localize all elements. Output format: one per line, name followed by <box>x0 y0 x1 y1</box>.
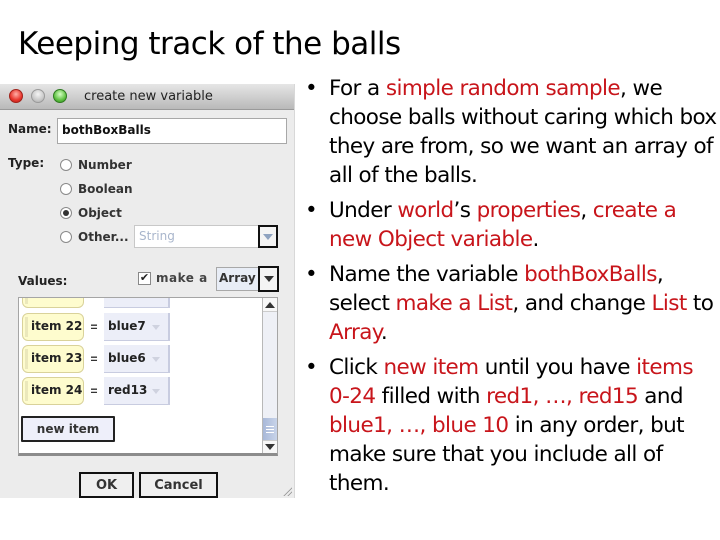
chevron-down-icon <box>152 325 160 330</box>
radio-label: Object <box>78 206 122 220</box>
scroll-up-button[interactable] <box>263 298 277 312</box>
list-item: item 22 = blue7 <box>22 313 170 341</box>
type-radio-object[interactable]: Object <box>60 204 122 222</box>
make-a-checkbox[interactable]: ✔ <box>138 271 151 285</box>
bullet-text: . <box>532 227 539 252</box>
item-value-dropdown[interactable]: red13 <box>104 377 170 405</box>
chevron-down-icon <box>152 357 160 362</box>
bullet-text: and <box>638 384 683 409</box>
highlighted-text: simple random sample <box>385 76 621 101</box>
chevron-up-icon <box>265 301 275 308</box>
equals-sign: = <box>90 352 98 366</box>
values-label: Values: <box>18 274 68 288</box>
zoom-window-button[interactable] <box>53 89 67 103</box>
list-item: item 24 = red13 <box>22 377 170 405</box>
highlighted-text: make a List <box>395 291 513 316</box>
bullet-text: to <box>686 291 714 316</box>
ok-button[interactable]: OK <box>79 472 134 498</box>
values-list[interactable]: item 22 = blue7 item 23 = blue6 item 24 … <box>18 297 278 456</box>
values-scrollbar[interactable] <box>262 298 277 453</box>
radio-button[interactable] <box>60 159 72 171</box>
collection-type-dropdown[interactable]: Array <box>216 266 279 292</box>
variable-name-input[interactable]: bothBoxBalls <box>57 118 287 144</box>
type-label: Type: <box>8 156 45 170</box>
bullet-item: Name the variable bothBoxBalls, select m… <box>303 260 718 347</box>
radio-label: Boolean <box>78 182 133 196</box>
bullet-text: , <box>580 198 593 223</box>
dropdown-arrow-button[interactable] <box>258 225 278 248</box>
bullet-text: Name the variable <box>329 262 525 287</box>
bullet-text: Under <box>329 198 398 223</box>
dialog-title: create new variable <box>84 89 213 104</box>
create-variable-dialog: create new variable Name: bothBoxBalls T… <box>0 84 295 498</box>
cancel-button[interactable]: Cancel <box>139 472 218 498</box>
bullet-text: For a <box>329 76 386 101</box>
make-a-option[interactable]: ✔ make a <box>138 271 208 285</box>
item-index-tile[interactable]: item 24 <box>22 377 84 405</box>
highlighted-text: bothBoxBalls <box>524 262 657 287</box>
chevron-down-icon <box>263 276 274 282</box>
new-item-button[interactable]: new item <box>21 416 115 442</box>
item-index-tile[interactable]: item 23 <box>22 345 84 373</box>
item-value: blue7 <box>108 319 146 333</box>
highlighted-text: List <box>651 291 688 316</box>
bullet-text: . <box>380 320 388 345</box>
scroll-down-button[interactable] <box>263 440 277 453</box>
highlighted-text: properties <box>476 198 581 223</box>
slide-title: Keeping track of the balls <box>18 26 401 62</box>
collection-type-value: Array <box>219 271 256 285</box>
equals-sign: = <box>90 320 98 334</box>
highlighted-text: Array <box>329 320 381 345</box>
chevron-down-icon <box>152 389 160 394</box>
resize-grip-icon[interactable] <box>282 486 292 496</box>
item-index-tile[interactable] <box>22 298 84 308</box>
equals-sign: = <box>90 384 98 398</box>
item-value-dropdown[interactable] <box>104 298 170 308</box>
item-value: red13 <box>108 383 148 397</box>
type-radio-number[interactable]: Number <box>60 156 132 174</box>
item-value-dropdown[interactable]: blue7 <box>104 313 170 341</box>
bullet-text: , and change <box>512 291 652 316</box>
radio-label: Other... <box>78 230 129 244</box>
chevron-down-icon <box>263 233 273 240</box>
bullet-text: Click <box>329 355 384 380</box>
radio-label: Number <box>78 158 132 172</box>
bullet-text: ’s <box>453 198 477 223</box>
scroll-thumb[interactable] <box>263 418 277 440</box>
name-label: Name: <box>8 122 52 136</box>
bullet-text: until you have <box>478 355 637 380</box>
other-type-dropdown[interactable]: String <box>134 225 278 248</box>
radio-button[interactable] <box>60 183 72 195</box>
highlighted-text: world <box>397 198 454 223</box>
highlighted-text: new item <box>383 355 479 380</box>
chevron-down-icon <box>265 444 275 450</box>
bullet-item: For a simple random sample, we choose ba… <box>303 74 718 190</box>
item-value: blue6 <box>108 351 146 365</box>
highlighted-text: red1, …, red15 <box>486 384 639 409</box>
minimize-window-button[interactable] <box>31 89 45 103</box>
list-item: item 23 = blue6 <box>22 345 170 373</box>
dialog-titlebar[interactable]: create new variable <box>0 84 294 110</box>
instruction-bullets: For a simple random sample, we choose ba… <box>303 74 718 504</box>
list-item-partial <box>22 298 170 308</box>
type-radio-other[interactable]: Other... <box>60 228 129 246</box>
bullet-text: filled with <box>375 384 487 409</box>
bullet-item: Under world’s properties, create a new O… <box>303 196 718 254</box>
item-value-dropdown[interactable]: blue6 <box>104 345 170 373</box>
radio-button[interactable] <box>60 231 72 243</box>
dropdown-arrow-button[interactable] <box>258 266 279 292</box>
other-type-value: String <box>139 229 175 243</box>
highlighted-text: blue1, …, blue 10 <box>329 413 509 438</box>
bullet-item: Click new item until you have items 0-24… <box>303 353 718 498</box>
close-window-button[interactable] <box>9 89 23 103</box>
make-a-label: make a <box>156 271 208 285</box>
type-radio-boolean[interactable]: Boolean <box>60 180 133 198</box>
item-index-tile[interactable]: item 22 <box>22 313 84 341</box>
radio-button-selected[interactable] <box>60 207 72 219</box>
